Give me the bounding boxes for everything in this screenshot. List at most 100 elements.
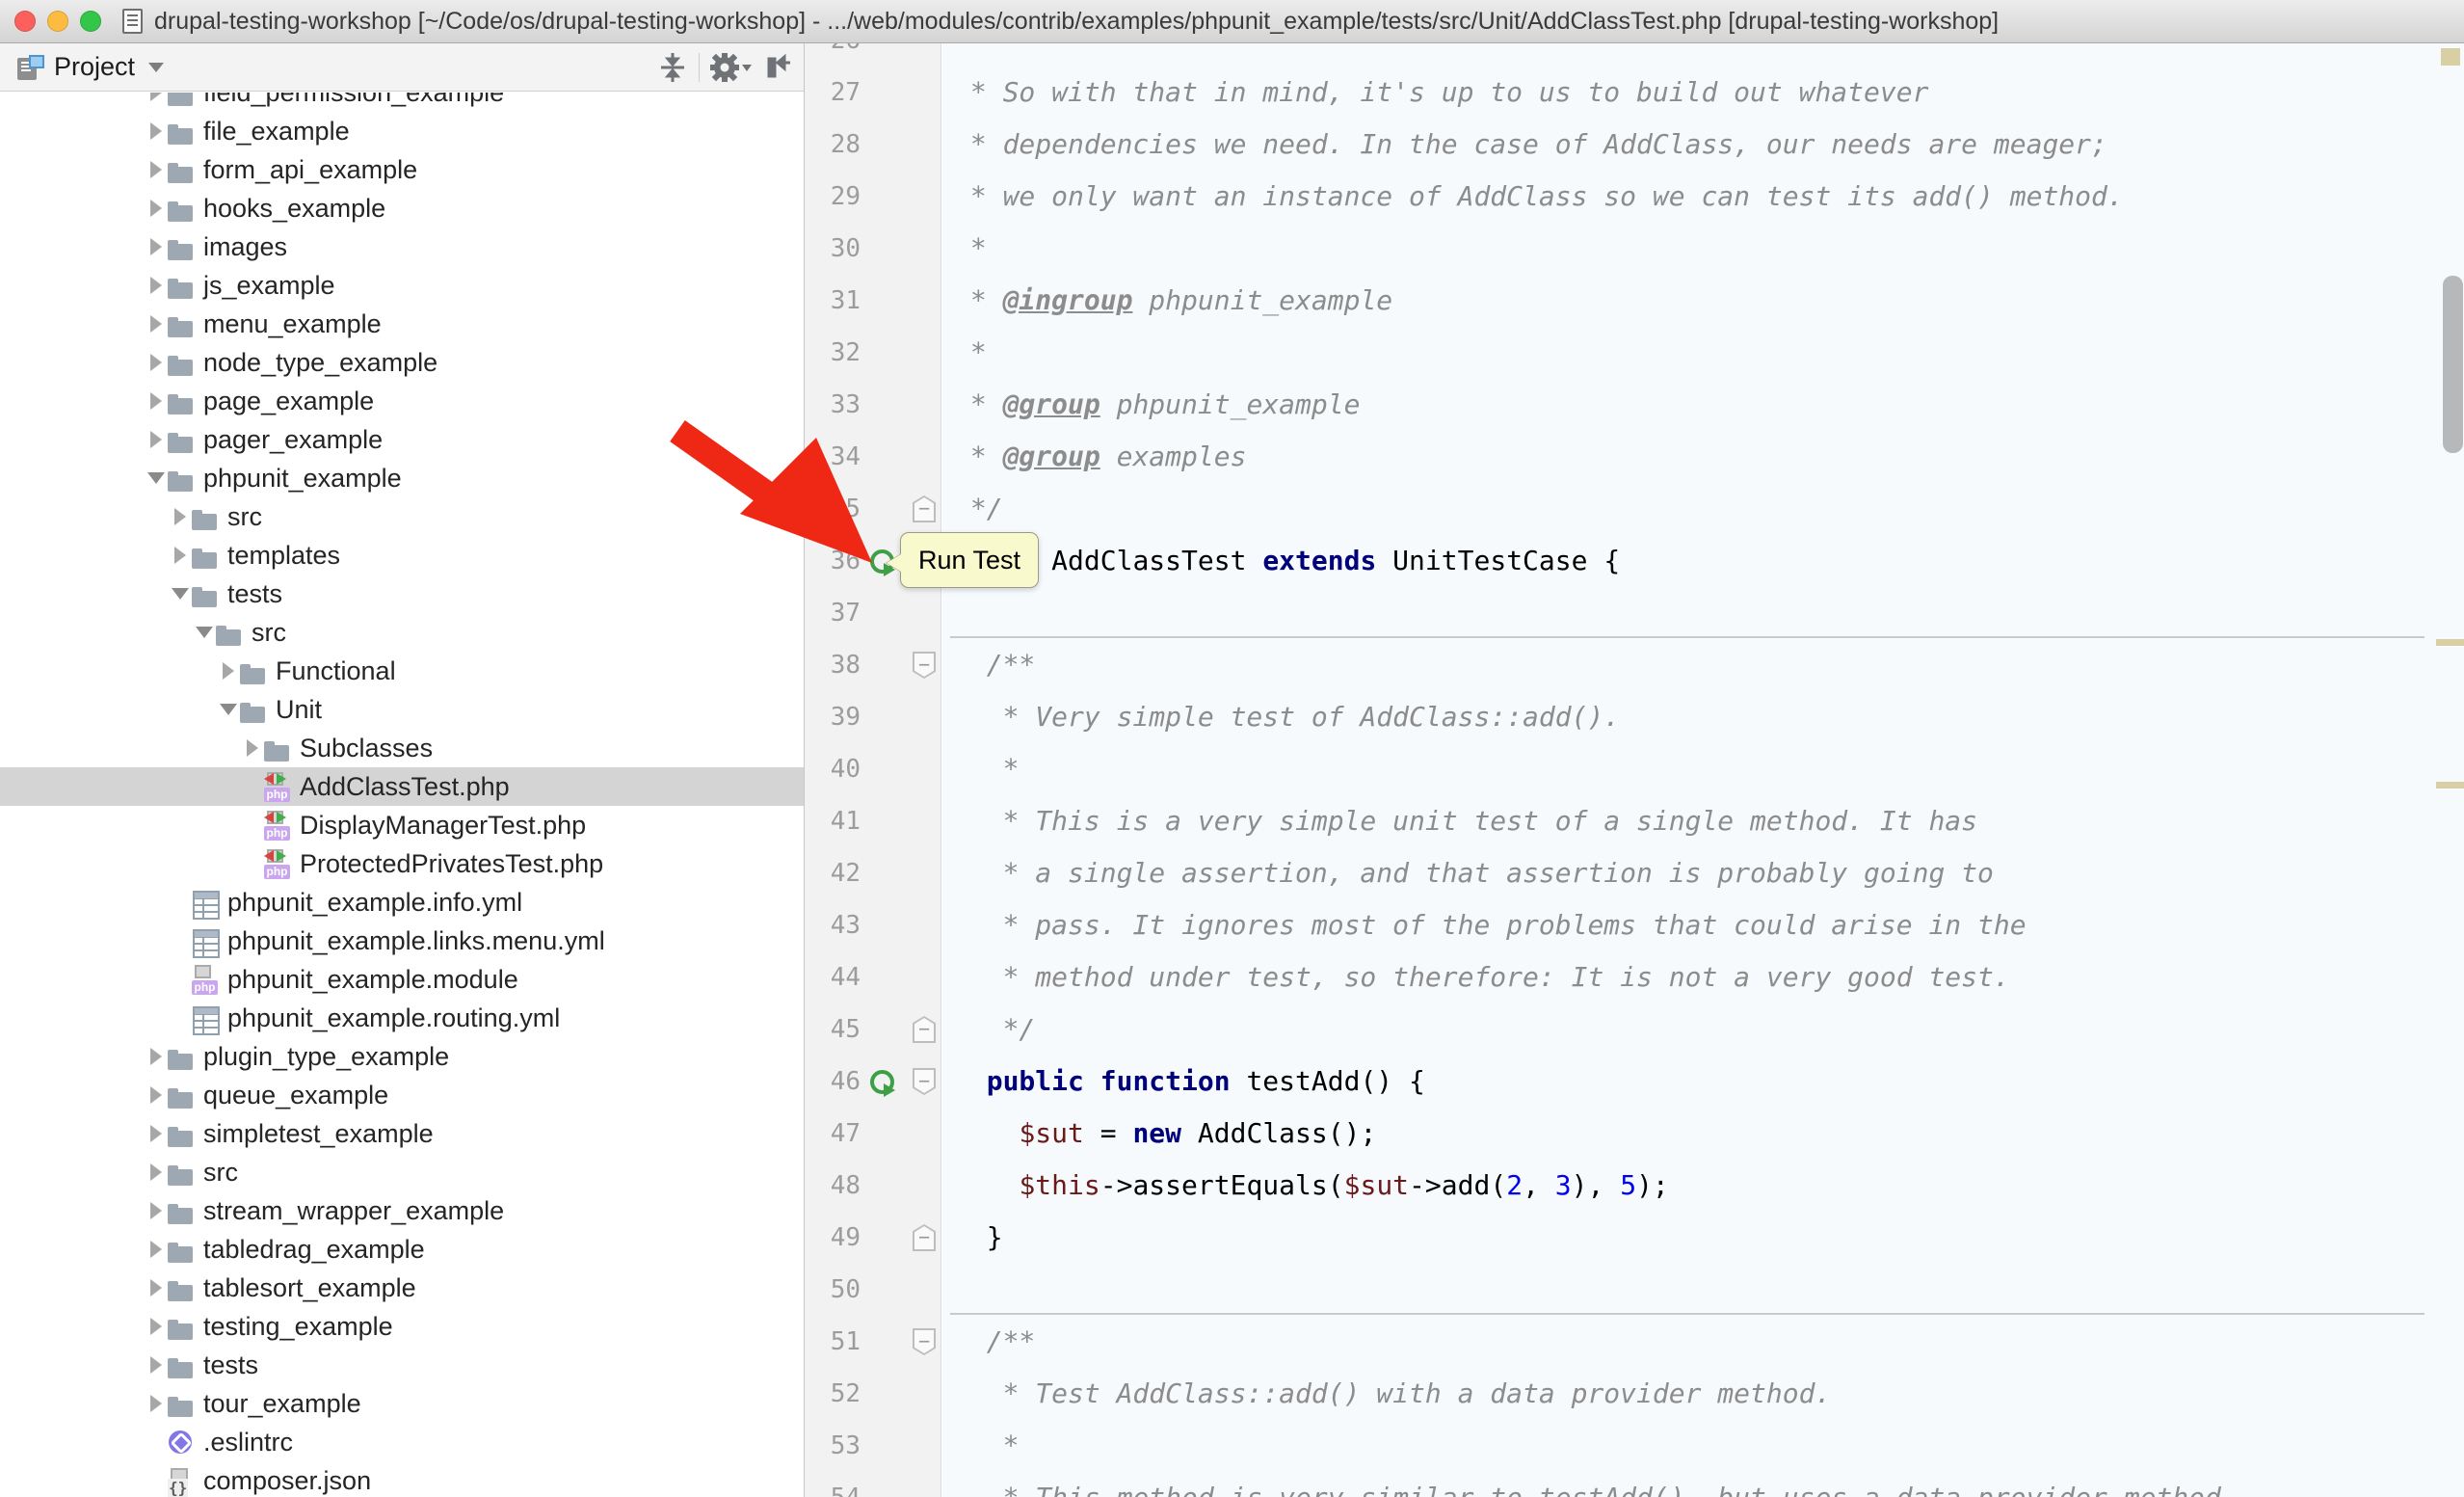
- run-test-icon[interactable]: [870, 1056, 895, 1108]
- chevron-right-icon[interactable]: [241, 739, 264, 757]
- code-line-48[interactable]: $this->assertEquals($sut->add(2, 3), 5);: [954, 1160, 1669, 1212]
- tree-item-Subclasses[interactable]: Subclasses: [0, 729, 804, 767]
- code-line-43[interactable]: * pass. It ignores most of the problems …: [954, 899, 2027, 951]
- chevron-down-icon[interactable]: [145, 472, 168, 484]
- chevron-right-icon[interactable]: [145, 1395, 168, 1412]
- chevron-right-icon[interactable]: [169, 508, 192, 525]
- tree-item-phpunit_example.info.yml[interactable]: phpunit_example.info.yml: [0, 883, 804, 922]
- tree-item-AddClassTest.php[interactable]: phpAddClassTest.php: [0, 767, 804, 806]
- chevron-right-icon[interactable]: [145, 354, 168, 371]
- fold-marker-icon[interactable]: [913, 639, 936, 691]
- gear-icon[interactable]: [709, 51, 752, 84]
- code-line-29[interactable]: * we only want an instance of AddClass s…: [954, 171, 2124, 223]
- tree-item-.eslintrc[interactable]: .eslintrc: [0, 1423, 804, 1461]
- minimize-button[interactable]: [47, 11, 68, 32]
- chevron-down-icon[interactable]: [193, 627, 216, 638]
- chevron-right-icon[interactable]: [145, 1202, 168, 1219]
- code-line-30[interactable]: *: [954, 223, 987, 275]
- fold-marker-icon[interactable]: [913, 1212, 936, 1264]
- chevron-right-icon[interactable]: [145, 122, 168, 140]
- code-line-46[interactable]: public function testAdd() {: [954, 1056, 1425, 1108]
- chevron-right-icon[interactable]: [145, 315, 168, 333]
- tree-item-testing_example[interactable]: testing_example: [0, 1307, 804, 1346]
- tree-item-composer.json[interactable]: composer.json: [0, 1461, 804, 1497]
- tree-item-DisplayManagerTest.php[interactable]: phpDisplayManagerTest.php: [0, 806, 804, 844]
- chevron-right-icon[interactable]: [145, 1241, 168, 1258]
- chevron-down-icon[interactable]: [169, 588, 192, 600]
- fold-marker-icon[interactable]: [913, 1316, 936, 1368]
- hide-panel-icon[interactable]: [761, 51, 794, 84]
- code-line-39[interactable]: * Very simple test of AddClass::add().: [954, 691, 1620, 743]
- project-panel-title[interactable]: Project: [54, 52, 135, 82]
- code-line-27[interactable]: * So with that in mind, it's up to us to…: [954, 67, 1928, 119]
- tree-item-images[interactable]: images: [0, 227, 804, 266]
- chevron-right-icon[interactable]: [145, 161, 168, 178]
- tree-item-node_type_example[interactable]: node_type_example: [0, 343, 804, 382]
- tree-item-plugin_type_example[interactable]: plugin_type_example: [0, 1037, 804, 1076]
- code-line-36[interactable]: class AddClassTest extends UnitTestCase …: [954, 535, 1620, 587]
- tree-item-page_example[interactable]: page_example: [0, 382, 804, 420]
- tree-item-phpunit_example.routing.yml[interactable]: phpunit_example.routing.yml: [0, 999, 804, 1037]
- tree-item-src[interactable]: src: [0, 1153, 804, 1191]
- code-line-35[interactable]: */: [954, 483, 1003, 535]
- tree-item-templates[interactable]: templates: [0, 536, 804, 575]
- chevron-right-icon[interactable]: [145, 93, 168, 101]
- chevron-down-icon[interactable]: [148, 63, 164, 72]
- chevron-right-icon[interactable]: [169, 547, 192, 564]
- tree-item-ProtectedPrivatesTest.php[interactable]: phpProtectedPrivatesTest.php: [0, 844, 804, 883]
- chevron-right-icon[interactable]: [145, 431, 168, 448]
- tree-item-phpunit_example[interactable]: phpunit_example: [0, 459, 804, 497]
- close-button[interactable]: [14, 11, 36, 32]
- tree-item-menu_example[interactable]: menu_example: [0, 305, 804, 343]
- collapse-margins-icon[interactable]: [656, 51, 689, 84]
- code-line-38[interactable]: /**: [954, 639, 1035, 691]
- chevron-right-icon[interactable]: [145, 1163, 168, 1181]
- chevron-right-icon[interactable]: [145, 1318, 168, 1335]
- tree-item-tablesort_example[interactable]: tablesort_example: [0, 1269, 804, 1307]
- code-line-41[interactable]: * This is a very simple unit test of a s…: [954, 795, 1977, 847]
- tree-item-queue_example[interactable]: queue_example: [0, 1076, 804, 1114]
- fold-marker-icon[interactable]: [913, 483, 936, 535]
- chevron-right-icon[interactable]: [145, 200, 168, 217]
- chevron-right-icon[interactable]: [145, 1086, 168, 1104]
- tree-item-hooks_example[interactable]: hooks_example: [0, 189, 804, 227]
- tree-item-Unit[interactable]: Unit: [0, 690, 804, 729]
- code-line-45[interactable]: */: [954, 1003, 1035, 1056]
- tree-item-stream_wrapper_example[interactable]: stream_wrapper_example: [0, 1191, 804, 1230]
- code-line-54[interactable]: * This method is very similar to testAdd…: [954, 1472, 2221, 1497]
- warning-stripe-mark[interactable]: [2436, 782, 2464, 789]
- chevron-right-icon[interactable]: [145, 1048, 168, 1065]
- code-line-32[interactable]: *: [954, 327, 987, 379]
- code-line-52[interactable]: * Test AddClass::add() with a data provi…: [954, 1368, 1831, 1420]
- fold-marker-icon[interactable]: [913, 1003, 936, 1056]
- code-line-40[interactable]: *: [954, 743, 1019, 795]
- tree-item-tour_example[interactable]: tour_example: [0, 1384, 804, 1423]
- code-line-42[interactable]: * a single assertion, and that assertion…: [954, 847, 1994, 899]
- code-editor[interactable]: * So with that in mind, it's up to us to…: [942, 43, 2464, 1497]
- tree-item-tests[interactable]: tests: [0, 1346, 804, 1384]
- tree-item-tests[interactable]: tests: [0, 575, 804, 613]
- tree-item-file_example[interactable]: file_example: [0, 112, 804, 150]
- code-line-31[interactable]: * @ingroup phpunit_example: [954, 275, 1392, 327]
- tree-item-tabledrag_example[interactable]: tabledrag_example: [0, 1230, 804, 1269]
- chevron-right-icon[interactable]: [145, 238, 168, 255]
- code-line-44[interactable]: * method under test, so therefore: It is…: [954, 951, 2010, 1003]
- code-line-28[interactable]: * dependencies we need. In the case of A…: [954, 119, 2107, 171]
- chevron-down-icon[interactable]: [217, 704, 240, 715]
- tree-item-field_permission_example[interactable]: field_permission_example: [0, 93, 804, 112]
- tree-item-Functional[interactable]: Functional: [0, 652, 804, 690]
- chevron-right-icon[interactable]: [145, 392, 168, 410]
- chevron-right-icon[interactable]: [145, 277, 168, 294]
- tree-item-phpunit_example.module[interactable]: phpphpunit_example.module: [0, 960, 804, 999]
- code-line-47[interactable]: $sut = new AddClass();: [954, 1108, 1376, 1160]
- code-line-34[interactable]: * @group examples: [954, 431, 1246, 483]
- fold-marker-icon[interactable]: [913, 1056, 936, 1108]
- editor-scrollbar-thumb[interactable]: [2443, 276, 2463, 453]
- code-line-53[interactable]: *: [954, 1420, 1019, 1472]
- chevron-right-icon[interactable]: [217, 662, 240, 680]
- tree-item-phpunit_example.links.menu.yml[interactable]: phpunit_example.links.menu.yml: [0, 922, 804, 960]
- chevron-right-icon[interactable]: [145, 1125, 168, 1142]
- warning-stripe-mark[interactable]: [2436, 639, 2464, 646]
- tree-item-pager_example[interactable]: pager_example: [0, 420, 804, 459]
- tree-item-src[interactable]: src: [0, 497, 804, 536]
